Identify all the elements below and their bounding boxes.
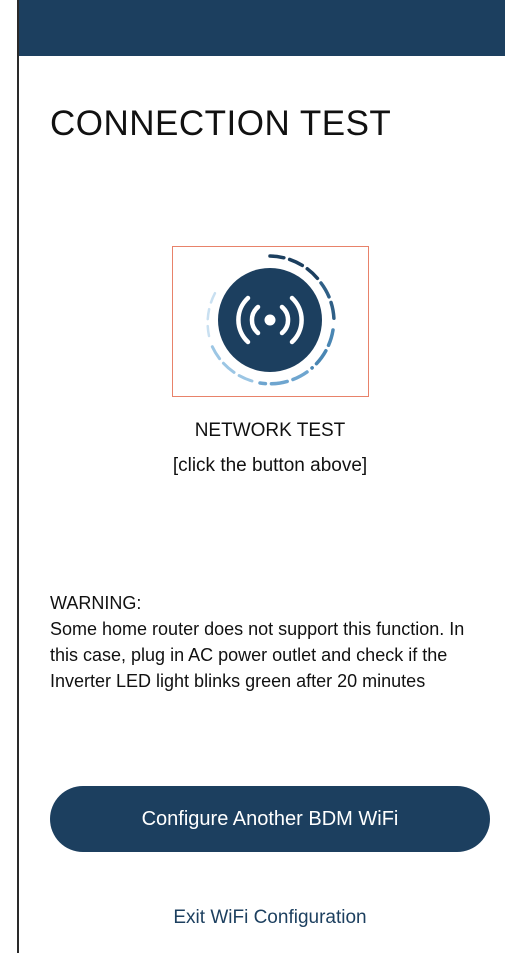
warning-body: Some home router does not support this f… [50,619,465,691]
top-app-bar [19,0,505,56]
wifi-broadcast-icon [206,254,336,386]
exit-wifi-configuration-link[interactable]: Exit WiFi Configuration [0,907,505,929]
configure-another-wifi-button[interactable]: Configure Another BDM WiFi [50,786,490,852]
network-test-label: NETWORK TEST [194,420,346,441]
page-title: CONNECTION TEST [50,104,392,143]
warning-heading: WARNING: [50,593,142,613]
network-test-hint: [click the button above] [172,455,368,476]
network-test-button[interactable] [172,246,369,397]
warning-block: WARNING: Some home router does not suppo… [50,590,490,694]
